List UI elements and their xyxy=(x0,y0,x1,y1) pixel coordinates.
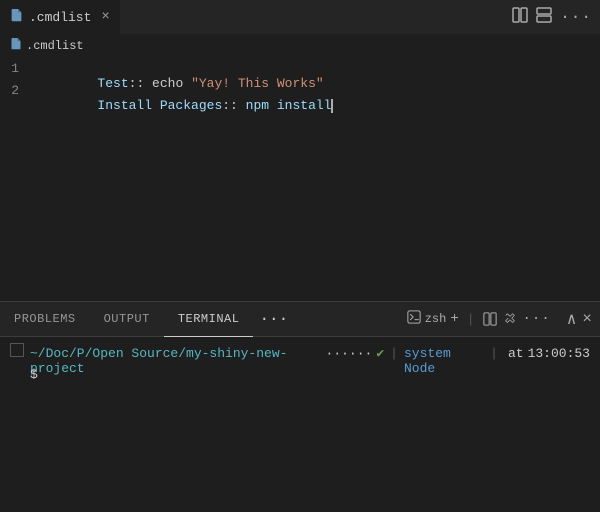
code-package: npm install xyxy=(246,98,332,113)
terminal-line-1: ~/Doc/P/Open Source/my-shiny-new-project… xyxy=(10,343,590,365)
split-terminal-icon[interactable] xyxy=(483,312,497,326)
add-terminal-icon[interactable]: + xyxy=(450,311,458,327)
editor-tab-cmdlist[interactable]: .cmdlist × xyxy=(0,0,121,35)
tab-output[interactable]: OUTPUT xyxy=(90,302,164,337)
tab-problems[interactable]: PROBLEMS xyxy=(0,302,90,337)
text-cursor xyxy=(331,99,333,113)
tab-label: .cmdlist xyxy=(29,10,91,25)
terminal-path: ~/Doc/P/Open Source/my-shiny-new-project xyxy=(30,346,322,376)
tab-bar: .cmdlist × ··· xyxy=(0,0,600,35)
split-editor-icon[interactable] xyxy=(512,7,528,28)
line-number-2: 2 xyxy=(0,83,35,98)
tab-terminal[interactable]: TERMINAL xyxy=(164,302,254,337)
maximize-panel-icon[interactable]: ∧ xyxy=(567,309,577,329)
terminal-checkbox xyxy=(10,343,24,357)
tab-output-label: OUTPUT xyxy=(104,312,150,326)
line-content-2: Install Packages:: npm install xyxy=(35,83,333,128)
kill-terminal-icon[interactable] xyxy=(503,312,517,326)
panel-tab-bar: PROBLEMS OUTPUT TERMINAL ··· zsh + | xyxy=(0,302,600,337)
breadcrumb-file-icon xyxy=(10,38,22,54)
breadcrumb-label: .cmdlist xyxy=(26,39,84,53)
editor-line-2: 2 Install Packages:: npm install xyxy=(0,83,600,105)
editor-lines: 1 Test:: echo "Yay! This Works" 2 Instal… xyxy=(0,57,600,301)
shell-label: zsh xyxy=(425,312,447,326)
code-operator-2: :: xyxy=(222,98,245,113)
terminal-separator-2: | xyxy=(490,346,498,361)
code-keyword-2: Install Packages xyxy=(97,98,222,113)
new-terminal-button[interactable]: zsh + xyxy=(407,310,459,329)
bottom-panel: PROBLEMS OUTPUT TERMINAL ··· zsh + | xyxy=(0,302,600,512)
terminal-prompt: $ xyxy=(30,367,38,382)
terminal-time: 13:00:53 xyxy=(528,346,590,361)
editor-area: 1 Test:: echo "Yay! This Works" 2 Instal… xyxy=(0,57,600,301)
tab-bar-actions: ··· xyxy=(512,7,600,28)
tab-problems-label: PROBLEMS xyxy=(14,312,76,326)
terminal-content: ~/Doc/P/Open Source/my-shiny-new-project… xyxy=(0,337,600,512)
layout-icon[interactable] xyxy=(536,7,552,28)
terminal-dots: ······ xyxy=(326,346,373,361)
sep1: | xyxy=(467,312,475,327)
tab-terminal-label: TERMINAL xyxy=(178,312,240,326)
terminal-separator: | xyxy=(390,346,398,361)
line-number-1: 1 xyxy=(0,61,35,76)
close-panel-icon[interactable]: × xyxy=(582,310,592,328)
terminal-at: at xyxy=(508,346,524,361)
panel-tab-more[interactable]: ··· xyxy=(253,310,294,328)
tab-close-button[interactable]: × xyxy=(101,9,109,25)
terminal-shell-icon xyxy=(407,310,421,329)
breadcrumb: .cmdlist xyxy=(0,35,600,57)
editor-line-1: 1 Test:: echo "Yay! This Works" xyxy=(0,61,600,83)
terminal-node-label: system Node xyxy=(404,346,484,376)
file-icon xyxy=(10,9,23,26)
terminal-check-icon: ✔ xyxy=(376,346,384,361)
more-terminal-actions[interactable]: ··· xyxy=(523,311,551,327)
panel-actions: zsh + | ··· ∧ × xyxy=(407,309,600,329)
more-actions-icon[interactable]: ··· xyxy=(560,8,592,26)
